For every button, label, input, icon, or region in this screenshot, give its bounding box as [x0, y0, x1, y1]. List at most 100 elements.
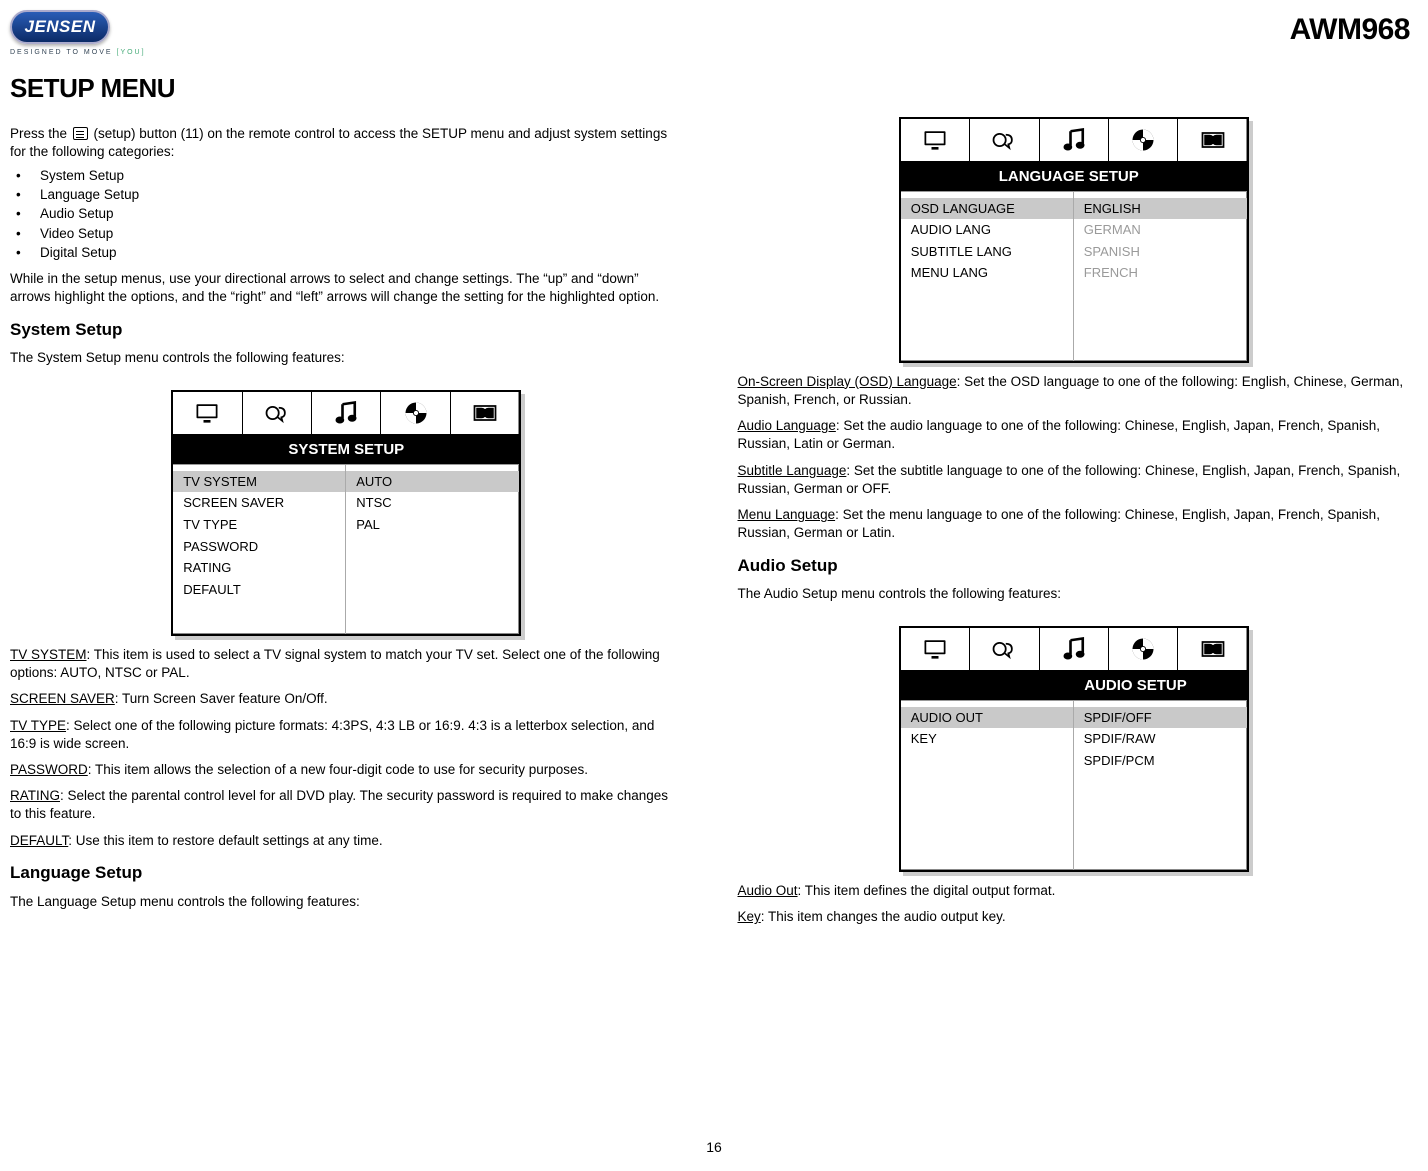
- item-label: RATING: [10, 788, 60, 803]
- tv-icon: [920, 635, 950, 663]
- music-note-icon: [1059, 635, 1089, 663]
- list-item: Digital Setup: [16, 244, 683, 262]
- tab-video[interactable]: [1109, 119, 1178, 161]
- option-french[interactable]: FRENCH: [1084, 262, 1237, 284]
- speech-bubble-icon: [989, 635, 1019, 663]
- option-english[interactable]: ENGLISH: [1074, 198, 1247, 220]
- list-item: Language Setup: [16, 186, 683, 204]
- list-item: Video Setup: [16, 225, 683, 243]
- item-text: : This item defines the digital output f…: [798, 883, 1056, 898]
- option-ntsc[interactable]: NTSC: [356, 492, 509, 514]
- item-text: : This item changes the audio output key…: [761, 909, 1006, 924]
- language-setup-lead: The Language Setup menu controls the fol…: [10, 893, 683, 911]
- audio-setup-osd: AUDIO SETUP AUDIO OUT KEY SPDIF/OFF SPDI…: [899, 626, 1249, 872]
- tab-language[interactable]: [970, 119, 1039, 161]
- menu-item-subtitle-lang[interactable]: SUBTITLE LANG: [911, 241, 1063, 263]
- audio-setup-heading: Audio Setup: [738, 555, 1411, 578]
- disc-icon: [401, 399, 431, 427]
- language-setup-osd: LANGUAGE SETUP OSD LANGUAGE AUDIO LANG S…: [899, 117, 1249, 363]
- language-setup-heading: Language Setup: [10, 862, 683, 885]
- tab-system[interactable]: [173, 392, 242, 434]
- tab-system[interactable]: [901, 628, 970, 670]
- item-label: SCREEN SAVER: [10, 691, 115, 706]
- item-text: : Turn Screen Saver feature On/Off.: [115, 691, 328, 706]
- item-label: PASSWORD: [10, 762, 88, 777]
- menu-item-key[interactable]: KEY: [911, 728, 1063, 750]
- tagline-a: DESIGNED TO MOVE: [10, 49, 113, 56]
- option-pal[interactable]: PAL: [356, 514, 509, 536]
- system-setup-osd: SYSTEM SETUP TV SYSTEM SCREEN SAVER TV T…: [171, 390, 521, 636]
- menu-item-tv-system[interactable]: TV SYSTEM: [173, 471, 345, 493]
- disc-icon: [1128, 126, 1158, 154]
- option-spanish[interactable]: SPANISH: [1084, 241, 1237, 263]
- menu-item-audio-out[interactable]: AUDIO OUT: [901, 707, 1073, 729]
- system-setup-lead: The System Setup menu controls the follo…: [10, 349, 683, 367]
- menu-item-tv-type[interactable]: TV TYPE: [183, 514, 335, 536]
- brand-logo: JENSEN DESIGNED TO MOVE [YOU]: [10, 10, 146, 57]
- osd-title: LANGUAGE SETUP: [901, 167, 1247, 187]
- item-text: : This item is used to select a TV signa…: [10, 647, 660, 680]
- navigation-help: While in the setup menus, use your direc…: [10, 270, 683, 306]
- dolby-icon: [1198, 126, 1228, 154]
- option-spdif-raw[interactable]: SPDIF/RAW: [1084, 728, 1237, 750]
- music-note-icon: [331, 399, 361, 427]
- right-column: LANGUAGE SETUP OSD LANGUAGE AUDIO LANG S…: [738, 117, 1411, 933]
- menu-item-audio-lang[interactable]: AUDIO LANG: [911, 219, 1063, 241]
- menu-item-default[interactable]: DEFAULT: [183, 579, 335, 601]
- tv-icon: [920, 126, 950, 154]
- item-text: : Select the parental control level for …: [10, 788, 668, 821]
- osd-title: SYSTEM SETUP: [173, 440, 519, 460]
- item-label: Audio Out: [738, 883, 798, 898]
- list-item: System Setup: [16, 167, 683, 185]
- tab-system[interactable]: [901, 119, 970, 161]
- item-label: Menu Language: [738, 507, 836, 522]
- osd-title: AUDIO SETUP: [901, 676, 1247, 696]
- speech-bubble-icon: [262, 399, 292, 427]
- item-text: : This item allows the selection of a ne…: [88, 762, 588, 777]
- tab-audio[interactable]: [312, 392, 381, 434]
- item-label: DEFAULT: [10, 833, 68, 848]
- tab-language[interactable]: [243, 392, 312, 434]
- option-spdif-off[interactable]: SPDIF/OFF: [1074, 707, 1247, 729]
- category-list: System Setup Language Setup Audio Setup …: [16, 167, 683, 262]
- model-number: AWM968: [1290, 10, 1410, 51]
- tab-video[interactable]: [1109, 628, 1178, 670]
- item-label: TV SYSTEM: [10, 647, 87, 662]
- tab-digital[interactable]: [451, 392, 519, 434]
- tab-audio[interactable]: [1040, 119, 1109, 161]
- tab-audio[interactable]: [1040, 628, 1109, 670]
- tab-video[interactable]: [381, 392, 450, 434]
- tab-digital[interactable]: [1178, 119, 1246, 161]
- dolby-icon: [470, 399, 500, 427]
- item-label: Subtitle Language: [738, 463, 847, 478]
- left-column: Press the (setup) button (11) on the rem…: [10, 117, 683, 933]
- menu-item-rating[interactable]: RATING: [183, 557, 335, 579]
- intro-text: Press the (setup) button (11) on the rem…: [10, 125, 683, 161]
- page-header: JENSEN DESIGNED TO MOVE [YOU] AWM968: [10, 10, 1410, 57]
- option-german[interactable]: GERMAN: [1084, 219, 1237, 241]
- audio-setup-lead: The Audio Setup menu controls the follow…: [738, 585, 1411, 603]
- page-title: SETUP MENU: [10, 71, 1410, 106]
- dolby-icon: [1198, 635, 1228, 663]
- option-spdif-pcm[interactable]: SPDIF/PCM: [1084, 750, 1237, 772]
- menu-item-password[interactable]: PASSWORD: [183, 536, 335, 558]
- option-auto[interactable]: AUTO: [346, 471, 519, 493]
- brand-name: JENSEN: [10, 10, 110, 44]
- menu-item-screen-saver[interactable]: SCREEN SAVER: [183, 492, 335, 514]
- item-label: Audio Language: [738, 418, 836, 433]
- item-text: : Use this item to restore default setti…: [68, 833, 382, 848]
- tab-language[interactable]: [970, 628, 1039, 670]
- item-label: TV TYPE: [10, 718, 66, 733]
- list-item: Audio Setup: [16, 205, 683, 223]
- setup-button-icon: [73, 127, 88, 140]
- speech-bubble-icon: [989, 126, 1019, 154]
- tv-icon: [192, 399, 222, 427]
- item-label: On-Screen Display (OSD) Language: [738, 374, 957, 389]
- page-number: 16: [0, 1138, 1428, 1157]
- tagline-b: [YOU]: [117, 49, 146, 56]
- menu-item-osd-language[interactable]: OSD LANGUAGE: [901, 198, 1073, 220]
- tab-digital[interactable]: [1178, 628, 1246, 670]
- system-setup-heading: System Setup: [10, 319, 683, 342]
- menu-item-menu-lang[interactable]: MENU LANG: [911, 262, 1063, 284]
- music-note-icon: [1059, 126, 1089, 154]
